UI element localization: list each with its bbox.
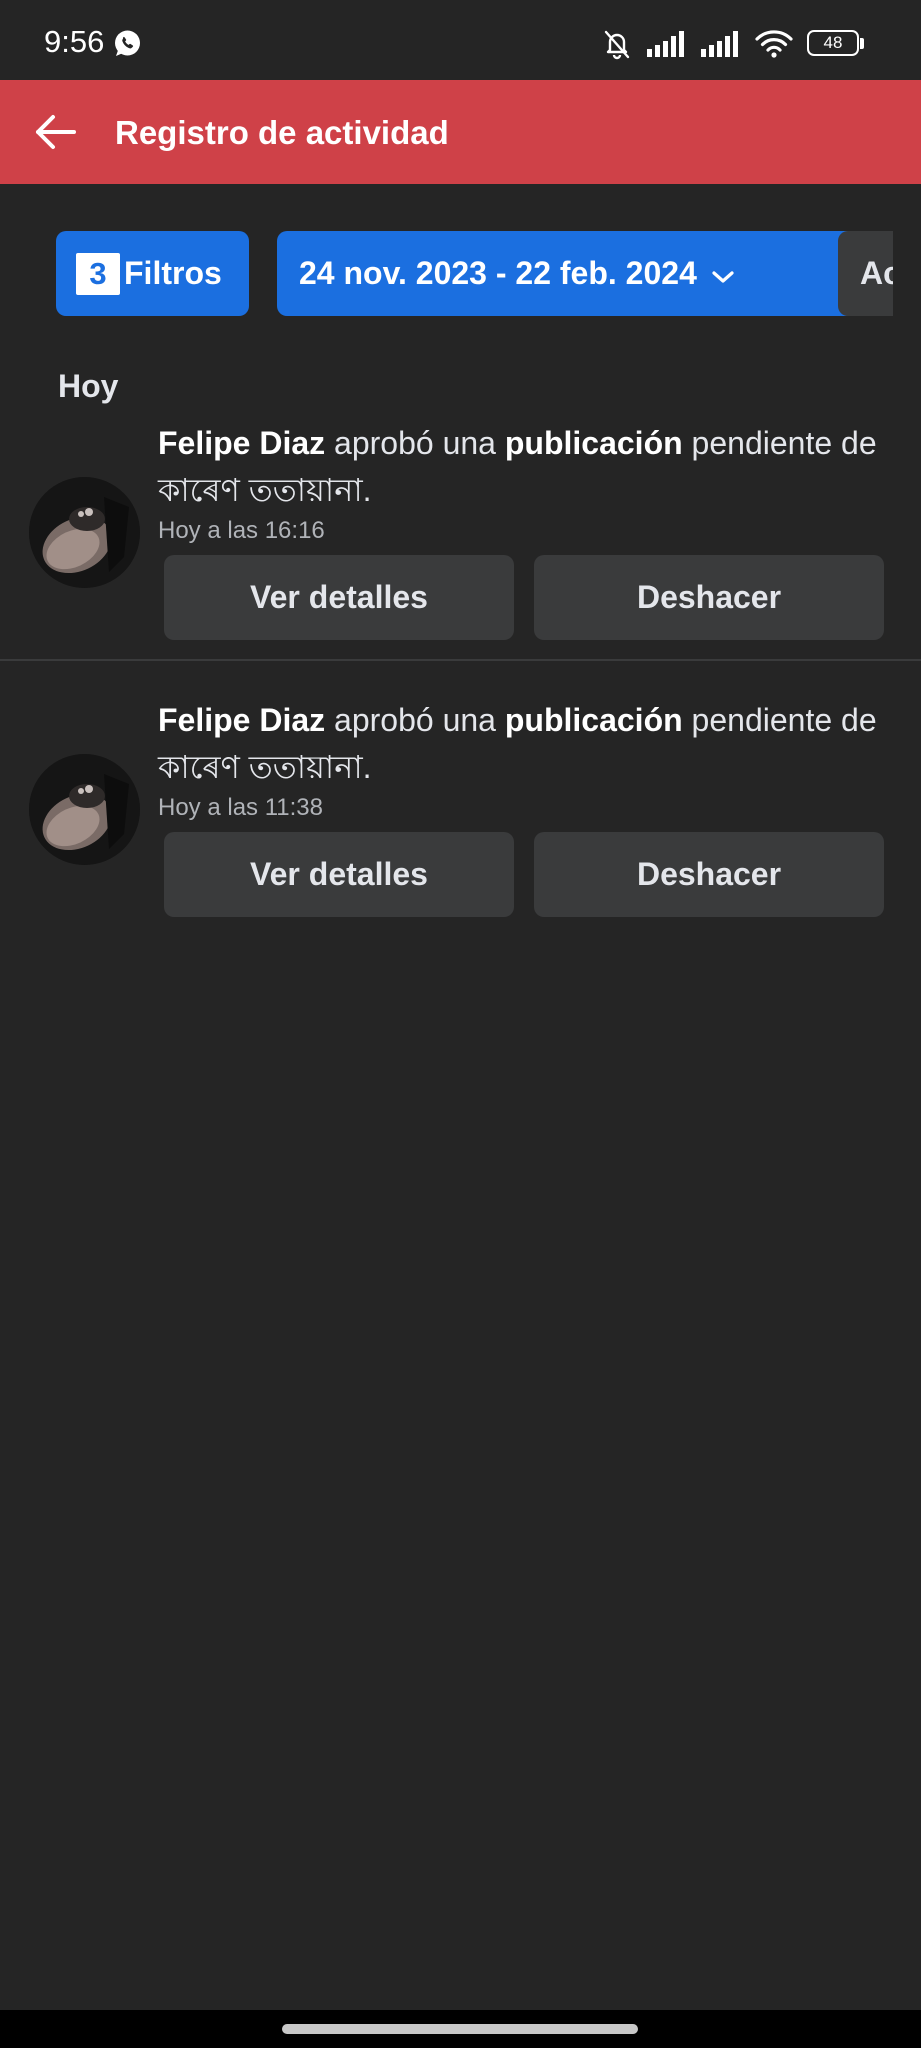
filter-count-badge: 3 — [76, 252, 120, 295]
page-title: Registro de actividad — [115, 114, 449, 151]
filter-chips: 3 Filtros 24 nov. 2023 - 22 feb. 2024 Ac — [56, 231, 893, 316]
activity-item: Felipe Diaz aprobó una publicación pendi… — [0, 420, 921, 660]
status-icons: 48 — [601, 26, 865, 62]
filters-label: Filtros — [124, 255, 222, 291]
signal-icon — [647, 31, 687, 57]
actions-filter-label: Ac — [860, 255, 893, 291]
signal-icon — [701, 31, 741, 57]
back-button[interactable] — [28, 106, 84, 158]
activity-verb: aprobó una — [334, 425, 496, 461]
actor-name[interactable]: Felipe Diaz — [158, 702, 325, 738]
whatsapp-icon — [113, 29, 142, 58]
date-range-dropdown[interactable]: 24 nov. 2023 - 22 feb. 2024 — [277, 231, 866, 316]
home-gesture-handle[interactable] — [282, 2024, 638, 2034]
view-details-button[interactable]: Ver detalles — [164, 832, 514, 917]
app-header: Registro de actividad — [0, 80, 921, 184]
divider — [0, 659, 921, 661]
actor-name[interactable]: Felipe Diaz — [158, 425, 325, 461]
view-details-button[interactable]: Ver detalles — [164, 555, 514, 640]
section-title: Hoy — [58, 368, 119, 404]
status-time: 9:56 — [44, 24, 105, 59]
status-bar: 9:56 48 — [0, 0, 921, 80]
activity-object[interactable]: publicación — [505, 425, 683, 461]
arrow-left-icon — [36, 115, 76, 149]
activity-text: Felipe Diaz aprobó una publicación pendi… — [158, 697, 898, 791]
wifi-icon — [755, 29, 793, 59]
activity-text: Felipe Diaz aprobó una publicación pendi… — [158, 420, 898, 514]
date-range-label: 24 nov. 2023 - 22 feb. 2024 — [299, 255, 697, 291]
undo-button[interactable]: Deshacer — [534, 832, 884, 917]
activity-object[interactable]: publicación — [505, 702, 683, 738]
activity-item: Felipe Diaz aprobó una publicación pendi… — [0, 697, 921, 937]
activity-timestamp: Hoy a las 16:16 — [158, 517, 325, 544]
avatar[interactable] — [29, 477, 140, 588]
undo-button[interactable]: Deshacer — [534, 555, 884, 640]
navigation-bar — [0, 2010, 921, 2048]
battery-level: 48 — [823, 33, 843, 52]
activity-timestamp: Hoy a las 11:38 — [158, 794, 323, 821]
activity-verb: aprobó una — [334, 702, 496, 738]
actions-filter-chip[interactable]: Ac — [838, 231, 893, 316]
battery-icon: 48 — [807, 30, 865, 58]
bell-off-icon — [601, 28, 633, 60]
avatar[interactable] — [29, 754, 140, 865]
chevron-down-icon — [711, 256, 735, 293]
filters-button[interactable]: 3 Filtros — [56, 231, 249, 316]
